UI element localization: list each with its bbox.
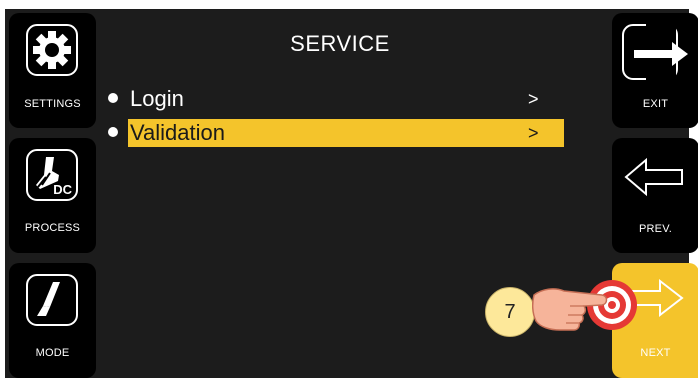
process-button[interactable]: DC PROCESS xyxy=(9,138,96,253)
dc-text: DC xyxy=(53,182,72,197)
bullet-icon xyxy=(108,127,118,137)
step-number-badge: 7 xyxy=(485,287,535,337)
chevron-right-icon: > xyxy=(528,123,539,143)
mode-label: MODE xyxy=(35,347,70,359)
settings-button[interactable]: SETTINGS xyxy=(9,13,96,128)
prev-button[interactable]: PREV. xyxy=(612,138,698,253)
page-title: SERVICE xyxy=(290,31,390,56)
bullet-icon xyxy=(108,93,118,103)
menu-item-label: Validation xyxy=(130,120,225,145)
pointing-hand-icon xyxy=(532,280,637,331)
process-label: PROCESS xyxy=(24,222,81,234)
mode-button[interactable]: MODE xyxy=(9,263,96,378)
torch-dc-icon: DC xyxy=(26,149,78,201)
trigger-icon xyxy=(26,274,78,326)
prev-label: PREV. xyxy=(638,223,672,235)
exit-label: EXIT xyxy=(642,98,669,110)
next-label: NEXT xyxy=(640,347,671,359)
exit-button[interactable]: EXIT xyxy=(612,13,698,128)
exit-arrow-icon xyxy=(622,23,688,85)
menu-item-label: Login xyxy=(130,86,184,111)
settings-label: SETTINGS xyxy=(24,98,81,110)
gear-icon xyxy=(26,24,78,76)
left-arrow-icon xyxy=(624,157,683,197)
chevron-right-icon: > xyxy=(528,89,539,109)
